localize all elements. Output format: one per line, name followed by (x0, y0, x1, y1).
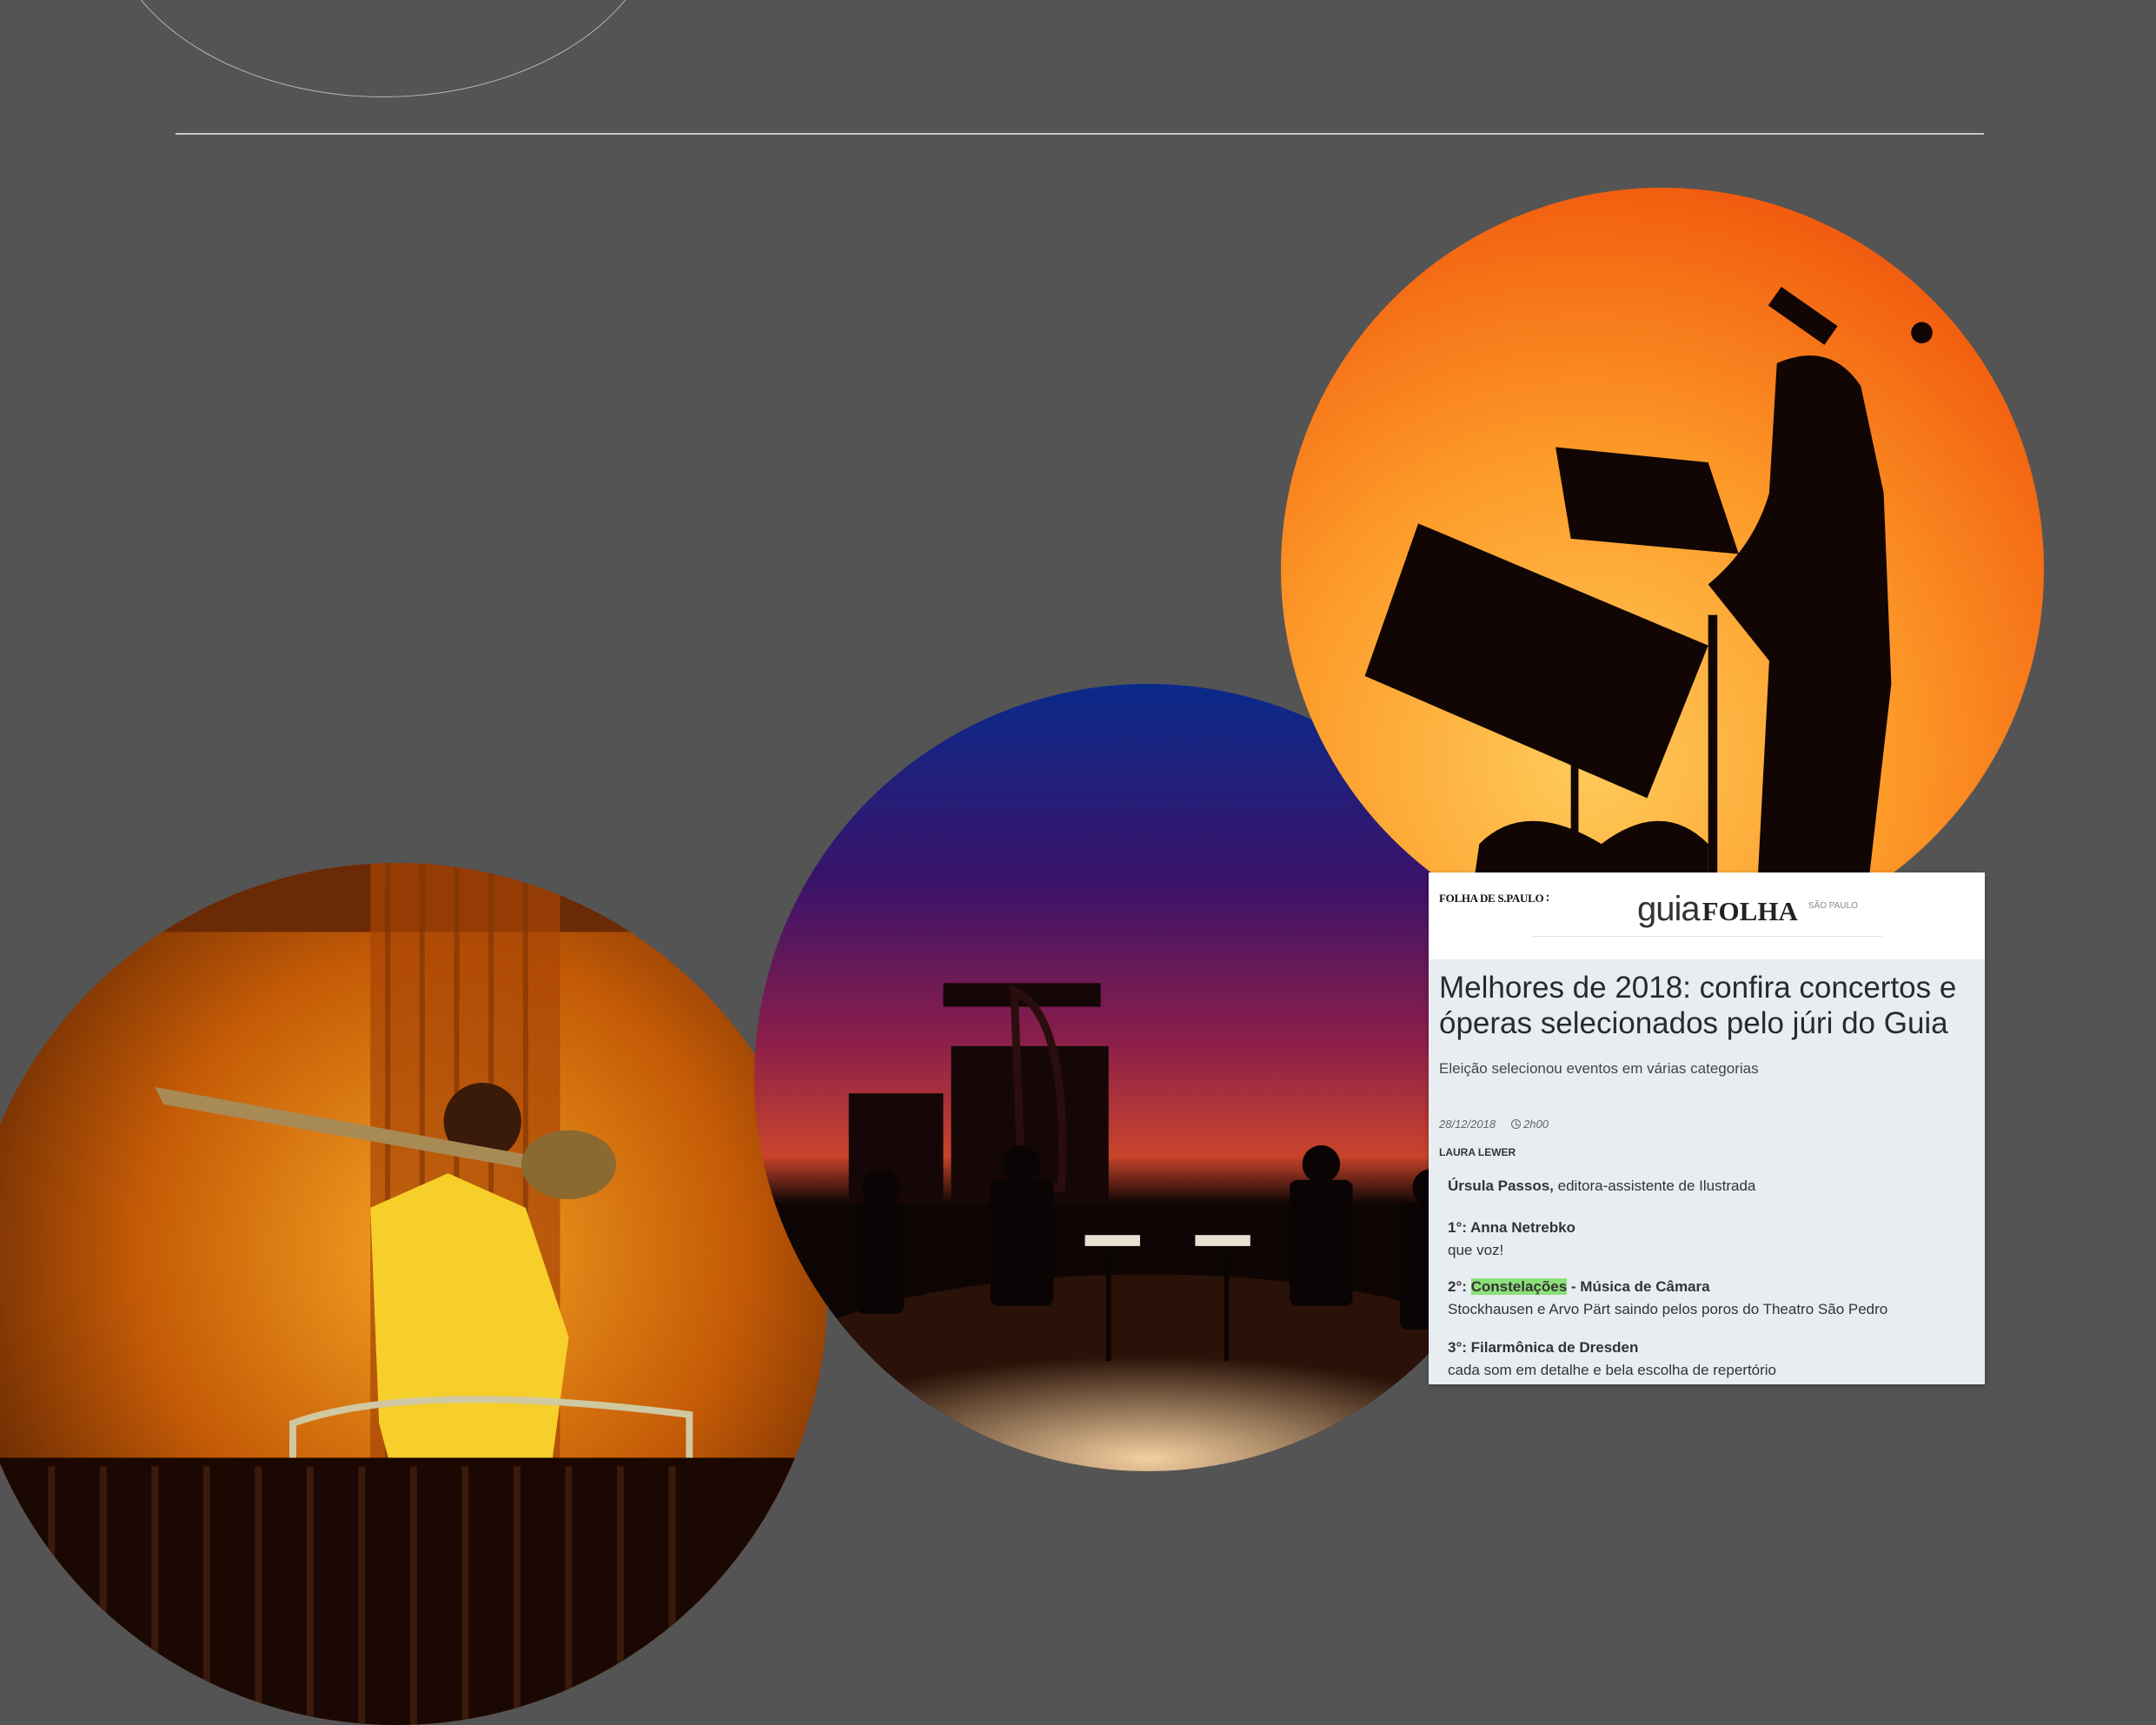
brand-folha: FOLHA (1702, 896, 1798, 926)
article-meta: 28/12/2018 2h00 (1439, 1118, 1974, 1131)
entry-desc: Stockhausen e Arvo Pärt saindo pelos por… (1448, 1301, 1888, 1317)
article-title: Melhores de 2018: confira concertos e óp… (1439, 971, 1957, 1040)
entry-rank: 3°: (1448, 1339, 1471, 1356)
juror-name: Úrsula Passos, (1448, 1178, 1554, 1194)
ranking-list: Úrsula Passos, editora-assistente de Ilu… (1439, 1178, 1974, 1379)
news-clipping: FOLHA DE S.PAULO ∶ guia FOLHA SÃO PAULO … (1429, 872, 1985, 1384)
decorative-outline-circle (104, 0, 662, 97)
brand-city: SÃO PAULO (1808, 901, 1858, 911)
entry-title: Filarmônica de Dresden (1470, 1339, 1639, 1356)
ranking-entry: 1°: Anna Netrebko que voz! (1448, 1219, 1974, 1259)
clock-icon (1511, 1119, 1522, 1129)
article-duration: 2h00 (1523, 1118, 1549, 1131)
juror-role: editora-assistente de Ilustrada (1553, 1178, 1756, 1194)
article-date: 28/12/2018 (1439, 1118, 1496, 1131)
section-divider (176, 133, 1984, 135)
juror-line: Úrsula Passos, editora-assistente de Ilu… (1448, 1178, 1974, 1195)
entry-rank: 1°: (1448, 1219, 1471, 1236)
entry-title-highlighted: Constelações (1470, 1278, 1568, 1295)
entry-desc: cada som em detalhe e bela escolha de re… (1448, 1362, 1777, 1378)
brand-guia: guia (1637, 890, 1701, 928)
header-rule (1533, 936, 1882, 937)
entry-rank: 2°: (1448, 1278, 1471, 1295)
entry-title: Anna Netrebko (1470, 1219, 1576, 1236)
article-author: LAURA LEWER (1439, 1146, 1516, 1158)
guia-folha-logo: guia FOLHA SÃO PAULO (1637, 890, 1858, 929)
clipping-header: FOLHA DE S.PAULO ∶ guia FOLHA SÃO PAULO (1429, 872, 1985, 959)
masthead-logo: FOLHA DE S.PAULO ∶ (1439, 892, 1549, 905)
entry-desc: que voz! (1448, 1242, 1504, 1258)
ranking-entry: 2°: Constelações - Música de Câmara Stoc… (1448, 1278, 1974, 1318)
ranking-entry: 3°: Filarmônica de Dresden cada som em d… (1448, 1339, 1974, 1379)
entry-title-rest: - Música de Câmara (1567, 1278, 1710, 1295)
photo-percussionist-silhouette (1281, 188, 2044, 951)
article-subtitle: Eleição selecionou eventos em várias cat… (1439, 1060, 1759, 1077)
photo-trombone-player (0, 863, 827, 1725)
